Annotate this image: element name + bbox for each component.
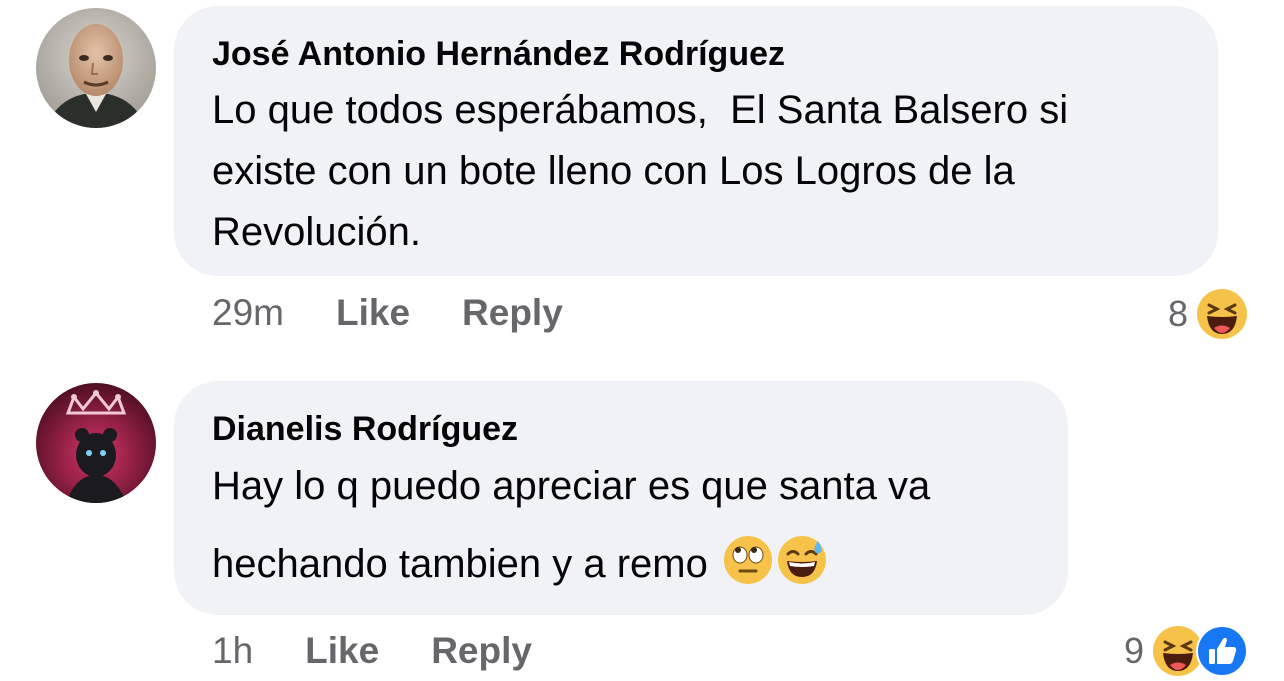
comment-timestamp[interactable]: 29m — [212, 292, 284, 334]
eye-roll-emoji-icon — [723, 536, 772, 584]
comment-text: Hay lo q puedo apreciar es que santa va … — [212, 447, 1030, 603]
like-reaction-icon — [1196, 625, 1248, 677]
comment-author[interactable]: Dianelis Rodríguez — [212, 407, 1030, 451]
comment-text-line: Hay lo q puedo apreciar es que santa va — [212, 464, 931, 508]
comment-text-line: hechando tambien y a remo — [212, 542, 708, 586]
avatar[interactable] — [36, 8, 156, 128]
reaction-count: 9 — [1123, 630, 1144, 671]
reaction-summary[interactable]: 9 — [1124, 625, 1248, 677]
reply-button[interactable]: Reply — [462, 292, 563, 334]
haha-reaction-icon — [1197, 289, 1247, 339]
comment-actions: 1h Like Reply — [212, 630, 584, 672]
reaction-count: 8 — [1167, 293, 1188, 334]
sweat-smile-emoji-icon — [777, 536, 826, 584]
like-button[interactable]: Like — [336, 292, 410, 334]
like-button[interactable]: Like — [305, 630, 379, 672]
avatar[interactable] — [36, 383, 156, 503]
reaction-summary[interactable]: 8 — [1168, 288, 1248, 340]
comment-timestamp[interactable]: 1h — [212, 630, 253, 672]
comment-actions: 29m Like Reply — [212, 292, 615, 334]
reply-button[interactable]: Reply — [431, 630, 532, 672]
comment-text: Lo que todos esperábamos, El Santa Balse… — [212, 88, 1080, 254]
avatar-photo — [36, 383, 156, 503]
comment-bubble: José Antonio Hernández Rodríguez Lo que … — [174, 6, 1218, 276]
avatar-photo — [36, 8, 156, 128]
comment-author[interactable]: José Antonio Hernández Rodríguez — [212, 32, 1180, 76]
comment-bubble: Dianelis Rodríguez Hay lo q puedo apreci… — [174, 381, 1068, 615]
